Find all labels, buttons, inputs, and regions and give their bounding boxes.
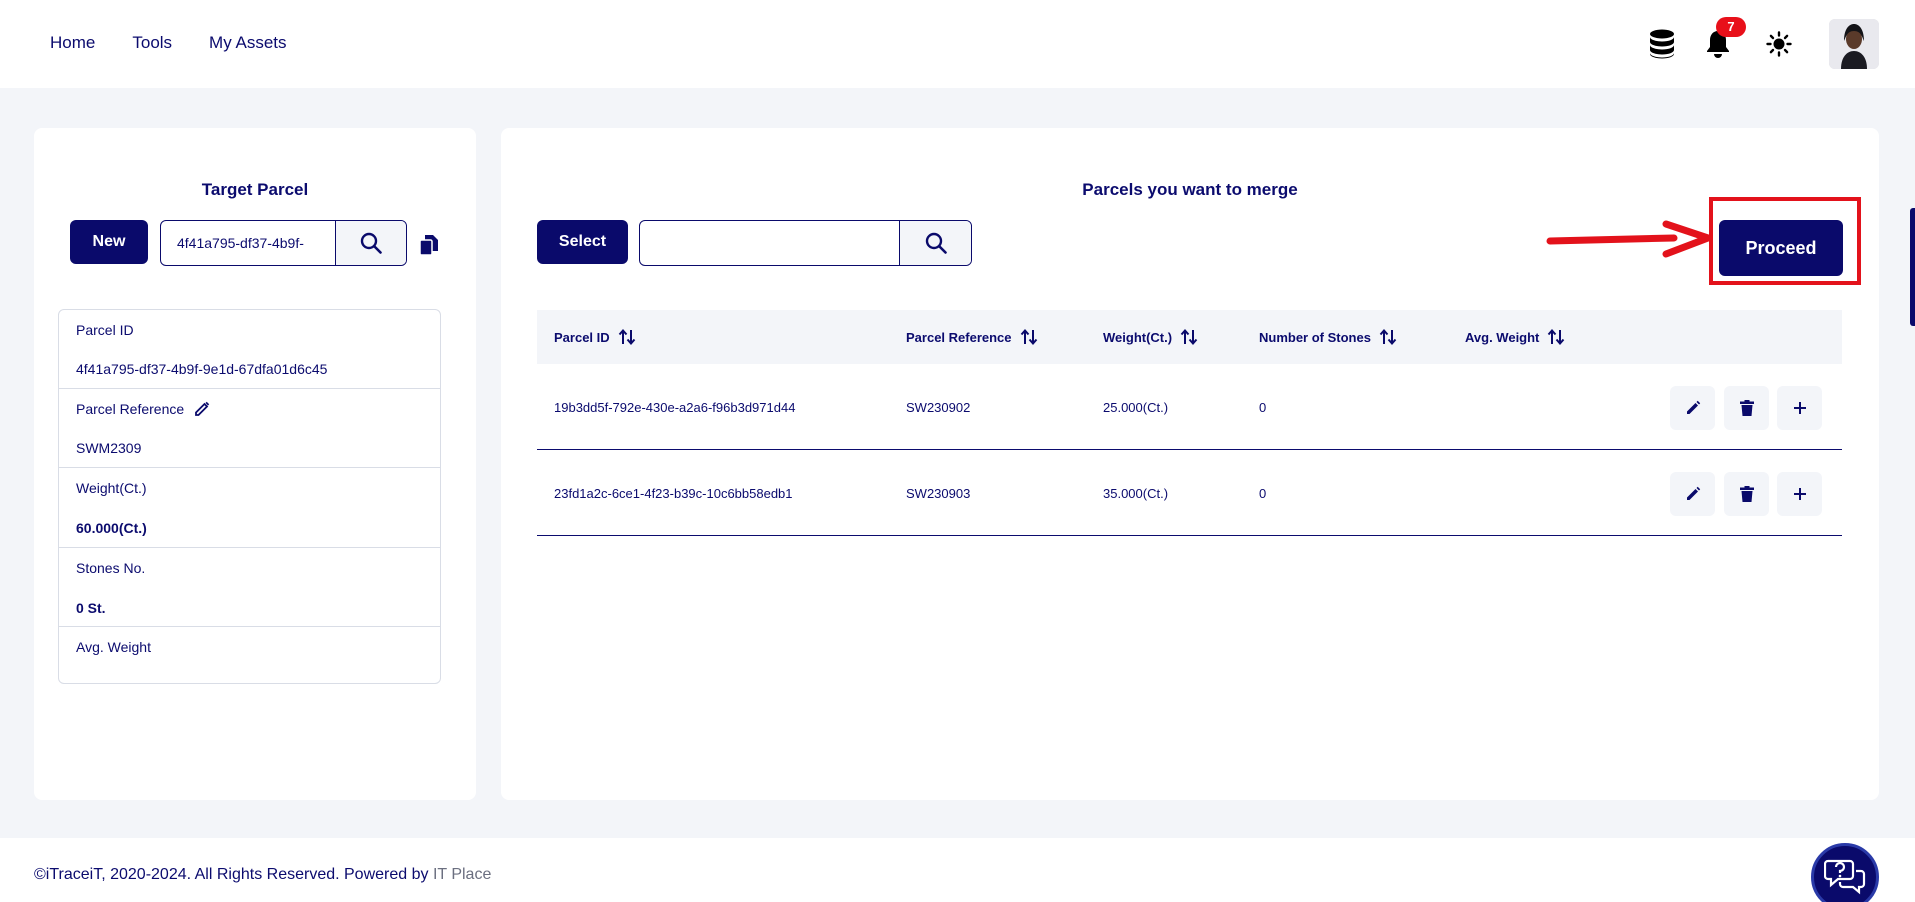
pencil-icon bbox=[1686, 400, 1700, 414]
merge-search bbox=[639, 220, 972, 266]
nav-my-assets[interactable]: My Assets bbox=[209, 33, 286, 53]
edit-row-button[interactable] bbox=[1670, 472, 1715, 516]
footer-copyright-text: ©iTraceiT, 2020-2024. All Rights Reserve… bbox=[34, 866, 433, 883]
cell-weight: 25.000(Ct.) bbox=[1103, 400, 1169, 415]
merge-parcels-card: Parcels you want to merge Select Proceed… bbox=[501, 128, 1879, 800]
parcel-id-value: 4f41a795-df37-4b9f-9e1d-67dfa01d6c45 bbox=[76, 361, 328, 377]
select-button[interactable]: Select bbox=[537, 220, 628, 264]
stones-value: 0 St. bbox=[76, 600, 106, 616]
parcel-reference-value: SWM2309 bbox=[76, 440, 142, 456]
column-label: Parcel Reference bbox=[906, 329, 1012, 345]
column-header-number-of-stones[interactable]: Number of Stones bbox=[1259, 328, 1397, 346]
plus-icon bbox=[1793, 402, 1806, 414]
add-row-button[interactable] bbox=[1777, 386, 1822, 430]
main-nav: Home Tools My Assets bbox=[50, 33, 287, 53]
plus-icon bbox=[1793, 488, 1806, 500]
merge-parcels-table: Parcel ID Parcel Reference Weight(Ct.) N… bbox=[537, 310, 1842, 536]
pencil-icon bbox=[1686, 486, 1700, 500]
avg-weight-row: Avg. Weight bbox=[59, 627, 440, 683]
target-parcel-title: Target Parcel bbox=[201, 180, 309, 199]
target-parcel-details: Parcel ID 4f41a795-df37-4b9f-9e1d-67dfa0… bbox=[58, 309, 441, 684]
footer-it-place-link[interactable]: IT Place bbox=[433, 866, 491, 883]
sun-icon[interactable] bbox=[1766, 31, 1792, 57]
column-label: Weight(Ct.) bbox=[1103, 329, 1173, 345]
pencil-icon[interactable] bbox=[194, 401, 210, 417]
sort-icon bbox=[1548, 328, 1565, 346]
delete-row-button[interactable] bbox=[1724, 386, 1769, 430]
weight-value: 60.000(Ct.) bbox=[76, 520, 147, 536]
cell-parcel-id: 23fd1a2c-6ce1-4f23-b39c-10c6bb58edb1 bbox=[554, 486, 793, 501]
cell-parcel-id: 19b3dd5f-792e-430e-a2a6-f96b3d971d44 bbox=[554, 400, 796, 415]
sort-icon bbox=[1180, 328, 1198, 346]
column-label: Avg. Weight bbox=[1465, 329, 1540, 345]
merge-search-input[interactable] bbox=[640, 221, 900, 265]
target-parcel-card: Target Parcel New Parcel ID 4f41a795-df3… bbox=[34, 128, 476, 800]
stones-label: Stones No. bbox=[76, 560, 146, 576]
column-header-parcel-id[interactable]: Parcel ID bbox=[554, 328, 636, 346]
proceed-button[interactable]: Proceed bbox=[1719, 220, 1843, 276]
column-header-avg-weight[interactable]: Avg. Weight bbox=[1465, 328, 1565, 346]
footer-copyright: ©iTraceiT, 2020-2024. All Rights Reserve… bbox=[34, 866, 491, 884]
table-header: Parcel ID Parcel Reference Weight(Ct.) N… bbox=[537, 310, 1842, 364]
new-button[interactable]: New bbox=[70, 220, 148, 264]
parcel-reference-label: Parcel Reference bbox=[76, 401, 185, 417]
cell-parcel-reference: SW230902 bbox=[906, 400, 971, 415]
edit-row-button[interactable] bbox=[1670, 386, 1715, 430]
parcel-reference-row: Parcel Reference SWM2309 bbox=[59, 389, 440, 468]
column-label: Parcel ID bbox=[554, 329, 610, 345]
chat-support-button[interactable] bbox=[1811, 843, 1879, 902]
table-row: 19b3dd5f-792e-430e-a2a6-f96b3d971d44 SW2… bbox=[537, 364, 1842, 450]
add-row-button[interactable] bbox=[1777, 472, 1822, 516]
parcel-id-row: Parcel ID 4f41a795-df37-4b9f-9e1d-67dfa0… bbox=[59, 310, 440, 389]
red-arrow-annotation bbox=[1546, 220, 1712, 258]
merge-search-button[interactable] bbox=[899, 221, 971, 265]
cell-weight: 35.000(Ct.) bbox=[1103, 486, 1169, 501]
avatar[interactable] bbox=[1829, 19, 1879, 69]
table-row: 23fd1a2c-6ce1-4f23-b39c-10c6bb58edb1 SW2… bbox=[537, 450, 1842, 536]
trash-icon bbox=[1739, 486, 1754, 502]
parcel-id-label: Parcel ID bbox=[76, 322, 134, 338]
cell-parcel-reference: SW230903 bbox=[906, 486, 971, 501]
target-parcel-search bbox=[160, 220, 407, 266]
column-label: Number of Stones bbox=[1259, 329, 1371, 345]
nav-tools[interactable]: Tools bbox=[132, 33, 172, 53]
target-search-button[interactable] bbox=[335, 221, 406, 265]
column-header-parcel-reference[interactable]: Parcel Reference bbox=[906, 328, 1038, 346]
chat-help-icon bbox=[1824, 859, 1866, 895]
column-header-weight[interactable]: Weight(Ct.) bbox=[1103, 328, 1198, 346]
cell-number-of-stones: 0 bbox=[1259, 400, 1267, 415]
target-parcel-search-input[interactable] bbox=[161, 221, 335, 265]
database-icon[interactable] bbox=[1649, 29, 1675, 59]
footer: ©iTraceiT, 2020-2024. All Rights Reserve… bbox=[0, 838, 1915, 902]
weight-row: Weight(Ct.) 60.000(Ct.) bbox=[59, 468, 440, 548]
avg-weight-label: Avg. Weight bbox=[76, 639, 151, 655]
cell-number-of-stones: 0 bbox=[1259, 486, 1267, 501]
trash-icon bbox=[1739, 400, 1754, 416]
stones-row: Stones No. 0 St. bbox=[59, 548, 440, 627]
search-icon bbox=[925, 232, 947, 254]
sort-icon bbox=[1020, 328, 1037, 346]
top-navigation-bar: Home Tools My Assets 7 bbox=[0, 0, 1915, 88]
merge-parcels-title: Parcels you want to merge bbox=[1082, 180, 1298, 199]
parcel-reference-label-group: Parcel Reference bbox=[76, 401, 210, 417]
user-avatar-image bbox=[1829, 19, 1879, 69]
delete-row-button[interactable] bbox=[1724, 472, 1769, 516]
search-icon bbox=[360, 232, 382, 254]
nav-home[interactable]: Home bbox=[50, 33, 95, 53]
sort-icon bbox=[1379, 328, 1397, 346]
sort-icon bbox=[618, 328, 635, 346]
weight-label: Weight(Ct.) bbox=[76, 480, 147, 496]
notification-badge: 7 bbox=[1716, 17, 1746, 37]
side-panel-handle[interactable] bbox=[1910, 208, 1915, 326]
copy-icon[interactable] bbox=[419, 234, 439, 256]
